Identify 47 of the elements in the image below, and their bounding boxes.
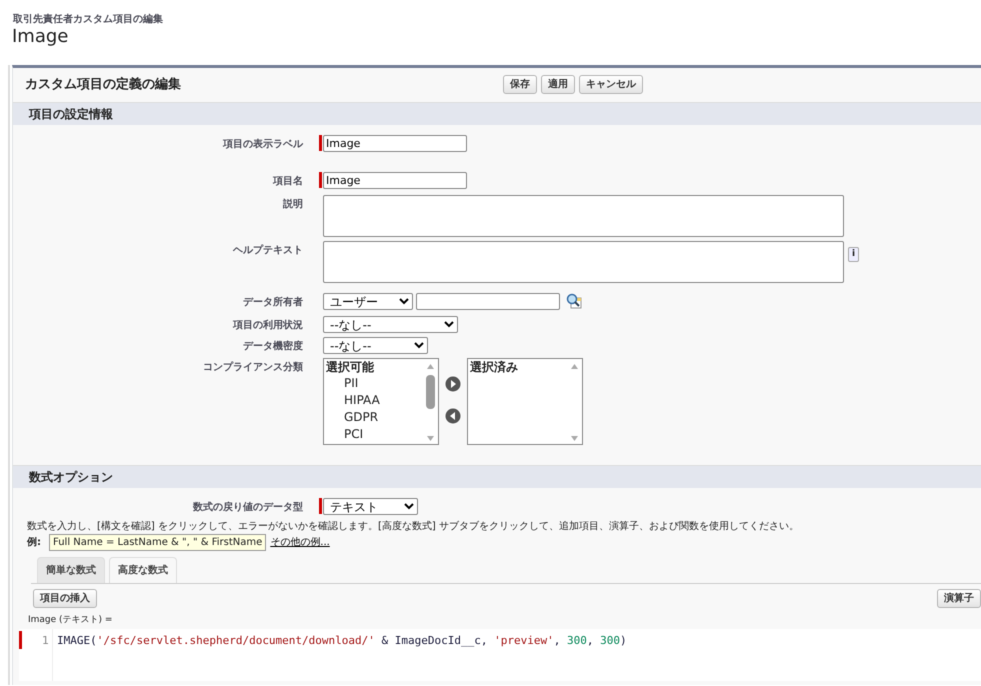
line-number: 1 [42, 633, 49, 650]
list-option[interactable]: PCI [326, 426, 422, 443]
operator-button[interactable]: 演算子 [937, 588, 981, 608]
field-label: 数式の戻り値のデータ型 [192, 500, 303, 515]
save-button[interactable]: 保存 [503, 75, 537, 94]
list-heading: 選択可能 [326, 358, 375, 375]
return-type-select[interactable]: テキスト [323, 498, 418, 515]
page-title: Image [12, 27, 70, 47]
owner-select[interactable]: ユーザー [323, 292, 413, 310]
available-list[interactable]: 選択可能 PII HIPAA GDPR PCI [323, 358, 439, 445]
picklist-select[interactable]: --なし-- [323, 336, 428, 354]
lookup-field[interactable] [416, 292, 560, 310]
text-area[interactable] [323, 194, 844, 237]
info-icon[interactable]: i [848, 246, 860, 262]
list-heading: 選択済み [470, 358, 519, 375]
breadcrumb: 取引先責任者カスタム項目の編集 [13, 12, 164, 27]
list-option[interactable]: HIPAA [326, 392, 422, 409]
section-heading: 項目の設定情報 [13, 102, 981, 125]
formula-tab[interactable]: 高度な数式 [109, 556, 177, 583]
insert-field-button[interactable]: 項目の挿入 [33, 588, 97, 608]
editor-label: Image (テキスト) = [28, 614, 114, 627]
formula-tab[interactable]: 簡単な数式 [37, 556, 105, 583]
cancel-button[interactable]: キャンセル [579, 75, 643, 94]
code-line[interactable]: IMAGE('/sfc/servlet.shepherd/document/download/' & ImageDocId__c, 'preview', 300, 300) [53, 629, 627, 650]
text-field[interactable]: Image [323, 172, 467, 189]
field-label: データ機密度 [242, 339, 303, 354]
text-field[interactable]: Image [323, 134, 467, 152]
field-label: コンプライアンス分類 [202, 360, 303, 375]
field-label: 項目の表示ラベル [222, 138, 303, 152]
field-label: 項目名 [272, 174, 303, 189]
field-label: 説明 [282, 198, 303, 212]
example-label: 例: [27, 536, 41, 550]
selected-list[interactable]: 選択済み [467, 358, 583, 445]
search-icon[interactable] [566, 292, 582, 309]
field-label: 項目の利用状況 [232, 318, 303, 333]
instructions-text: 数式を入力し、[構文を確認] をクリックして、エラーがないかを確認します。[高度な数式] サブタブをクリックして、追加項目、演算子、および関数を使用してください。 [27, 520, 800, 534]
panel-title: カスタム項目の定義の編集 [25, 76, 182, 94]
list-option[interactable]: GDPR [326, 408, 422, 426]
text-area[interactable] [323, 240, 844, 283]
more-examples-link[interactable]: その他の例... [270, 534, 330, 550]
apply-button[interactable]: 適用 [541, 75, 575, 94]
field-label: データ所有者 [242, 296, 303, 310]
section-heading: 数式オプション [13, 464, 981, 488]
example-formula: Full Name = LastName & ", " & FirstName [49, 534, 266, 551]
picklist-select[interactable]: --なし-- [323, 316, 458, 333]
list-option[interactable]: PII [326, 374, 422, 392]
field-label: ヘルプテキスト [232, 243, 303, 258]
